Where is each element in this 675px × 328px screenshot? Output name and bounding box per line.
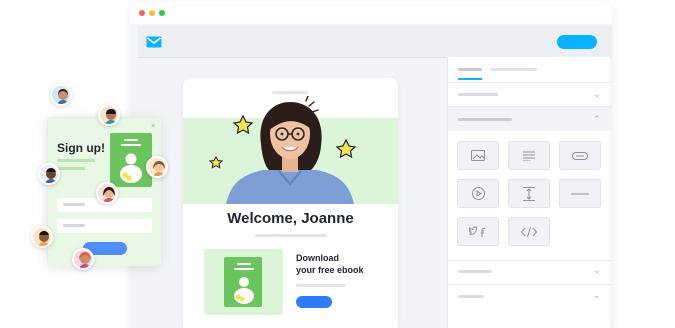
button-block-tile[interactable] [559,141,601,170]
video-icon [471,187,485,200]
drag-handle[interactable] [272,91,308,94]
avatar [96,182,118,204]
panel-divider [448,82,611,83]
portrait-illustration [208,96,357,204]
envelope-icon[interactable] [146,36,162,48]
download-button[interactable] [296,296,332,308]
field-placeholder [63,224,85,227]
close-window-dot[interactable] [139,10,145,16]
ebook-title-line-2: your free ebook [296,265,364,275]
field-placeholder [63,203,85,206]
avatar [146,156,168,178]
ebook-cover [224,257,262,307]
window-titlebar [130,2,612,24]
welcome-heading: Welcome, Joanne [227,210,354,227]
accordion-label [458,270,492,273]
maximize-window-dot[interactable] [159,10,165,16]
video-block-tile[interactable] [457,179,499,208]
chevron-down-icon[interactable]: ⌄ [593,266,601,275]
spacer-icon [523,186,535,201]
accordion-row-active[interactable]: ⌃ [448,107,611,131]
code-block-tile[interactable] [508,217,550,246]
avatar [98,104,120,126]
minimize-window-dot[interactable] [149,10,155,16]
avatar [31,226,53,248]
welcome-subtext-placeholder [255,234,327,237]
image-block-tile[interactable] [457,141,499,170]
avatar [72,248,94,270]
close-icon[interactable]: × [151,123,155,130]
panel-divider [448,260,611,261]
social-icon [469,226,486,237]
chevron-down-icon[interactable]: ⌄ [593,90,601,99]
accordion-label [458,295,484,298]
chevron-down-icon[interactable]: ⌄ [593,291,601,300]
popup-text-placeholder [57,159,95,162]
avatar [50,84,72,106]
divider-block-tile[interactable] [559,179,601,208]
chevron-up-icon[interactable]: ⌃ [593,115,601,124]
email-preview: Welcome, Joanne Download your free ebook [183,78,398,328]
popup-ebook-cover [110,133,152,187]
accordion-label [458,118,512,121]
spacer-block-tile[interactable] [508,179,550,208]
ebook-title-line-1: Download [296,253,339,263]
primary-action-button[interactable] [557,35,597,49]
text-block-tile[interactable] [508,141,550,170]
image-icon [471,150,485,161]
email-field[interactable] [57,219,152,233]
code-icon [521,226,537,237]
editor-stage: Welcome, Joanne Download your free ebook [0,0,675,328]
ebook-text-placeholder [296,284,346,287]
panel-divider [448,284,611,285]
avatar [38,163,60,185]
popup-text-placeholder [57,167,85,170]
ebook-title: Download your free ebook [296,252,386,276]
popup-title: Sign up! [57,141,105,155]
active-tab-indicator [458,78,482,80]
accordion-label [458,93,498,96]
divider-icon [571,193,589,194]
tab-active[interactable] [458,68,482,71]
settings-panel: ⌄ ⌃ ⌄ ⌄ [447,57,611,328]
tab-inactive[interactable] [491,68,537,71]
app-header [138,26,612,58]
text-icon [523,151,535,161]
ebook-cover-panel [204,249,283,315]
social-block-tile[interactable] [457,217,499,246]
button-icon [572,151,588,160]
